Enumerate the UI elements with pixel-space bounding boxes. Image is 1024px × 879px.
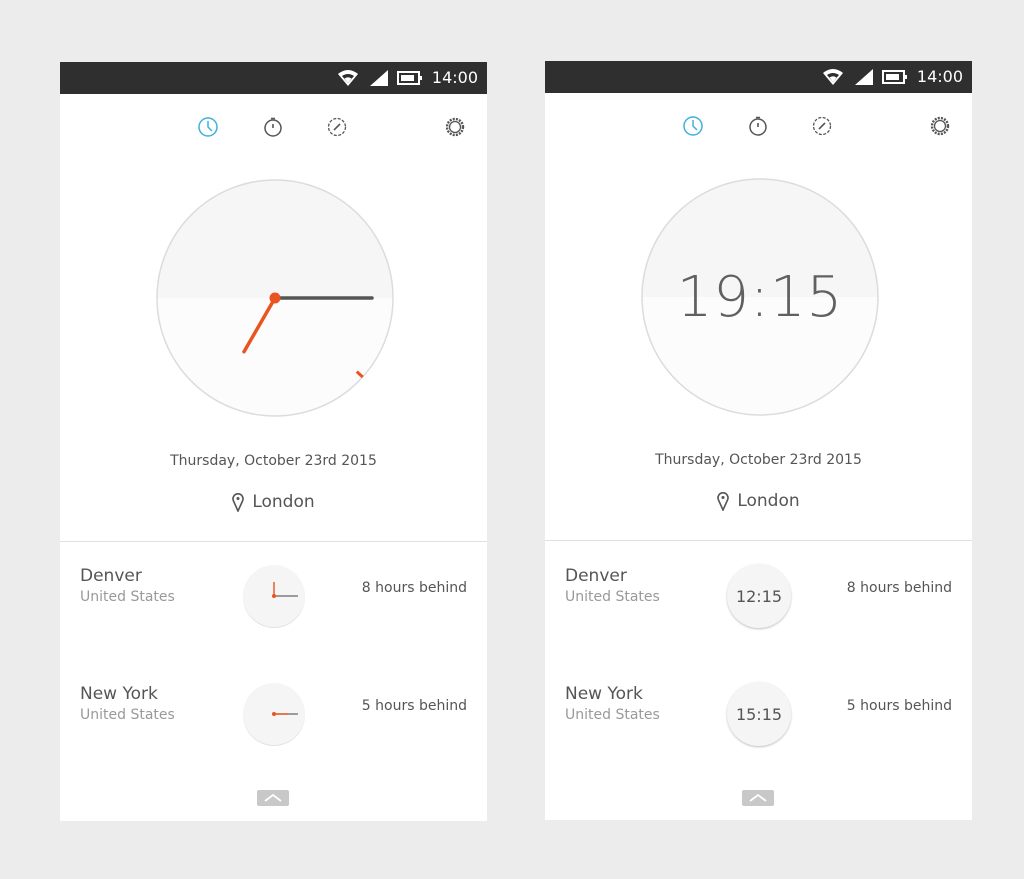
city-country: United States — [565, 589, 660, 605]
divider — [545, 540, 972, 541]
time-offset: 5 hours behind — [361, 698, 467, 714]
city-row-new-york[interactable]: New York United States 5 hours behind — [60, 682, 487, 752]
wifi-icon — [338, 70, 358, 86]
center-pin — [272, 712, 276, 716]
mini-digital-clock: 12:15 — [727, 564, 791, 628]
divider — [60, 541, 487, 542]
city-name: Denver — [565, 566, 627, 586]
status-bar: 14:00 — [60, 62, 487, 94]
expand-button[interactable] — [742, 790, 774, 806]
time-offset: 8 hours behind — [361, 580, 467, 596]
status-bar: 14:00 — [545, 61, 972, 93]
center-pin — [272, 594, 276, 598]
location-name: London — [252, 492, 315, 512]
city-row-new-york[interactable]: New York United States 15:15 5 hours beh… — [545, 682, 972, 752]
timer-icon[interactable] — [325, 115, 349, 139]
status-time: 14:00 — [431, 68, 478, 87]
mini-digital-clock: 15:15 — [727, 682, 791, 746]
analog-clock — [156, 179, 394, 417]
mini-analog-clock — [243, 683, 305, 746]
date-label: Thursday, October 23rd 2015 — [655, 452, 862, 468]
settings-gear-icon[interactable] — [443, 115, 467, 139]
battery-icon — [882, 70, 907, 84]
location-pin-icon — [717, 492, 730, 511]
time-offset: 5 hours behind — [846, 698, 952, 714]
timer-icon[interactable] — [810, 114, 834, 138]
face-bottom — [157, 298, 393, 416]
city-country: United States — [565, 707, 660, 723]
settings-gear-icon[interactable] — [928, 114, 952, 138]
phone-analog: 14:00 Thursday, October 23rd 2015 London… — [60, 62, 487, 821]
mini-analog-clock — [243, 565, 305, 628]
status-time: 14:00 — [916, 67, 963, 86]
date-label: Thursday, October 23rd 2015 — [170, 453, 377, 469]
center-pin — [269, 292, 281, 304]
clock-icon[interactable] — [196, 115, 220, 139]
city-name: New York — [80, 684, 158, 704]
time-offset: 8 hours behind — [846, 580, 952, 596]
phone-digital: 14:00 19:15 Thursday, October 23rd 2015 … — [545, 61, 972, 820]
battery-icon — [397, 71, 422, 85]
signal-icon — [855, 69, 873, 85]
face-top — [157, 180, 393, 298]
city-country: United States — [80, 589, 175, 605]
chevron-up-icon — [264, 794, 282, 802]
stopwatch-icon[interactable] — [261, 115, 285, 139]
stopwatch-icon[interactable] — [746, 114, 770, 138]
location-pin-icon — [232, 493, 245, 512]
city-name: New York — [565, 684, 643, 704]
city-name: Denver — [80, 566, 142, 586]
digital-time: 19:15 — [676, 264, 844, 330]
city-row-denver[interactable]: Denver United States 12:15 8 hours behin… — [545, 564, 972, 634]
location[interactable]: London — [60, 492, 487, 512]
wifi-icon — [823, 69, 843, 85]
city-country: United States — [80, 707, 175, 723]
clock-icon[interactable] — [681, 114, 705, 138]
chevron-up-icon — [749, 794, 767, 802]
location[interactable]: London — [545, 491, 972, 511]
signal-icon — [370, 70, 388, 86]
expand-button[interactable] — [257, 790, 289, 806]
location-name: London — [737, 491, 800, 511]
city-row-denver[interactable]: Denver United States 8 hours behind — [60, 564, 487, 634]
